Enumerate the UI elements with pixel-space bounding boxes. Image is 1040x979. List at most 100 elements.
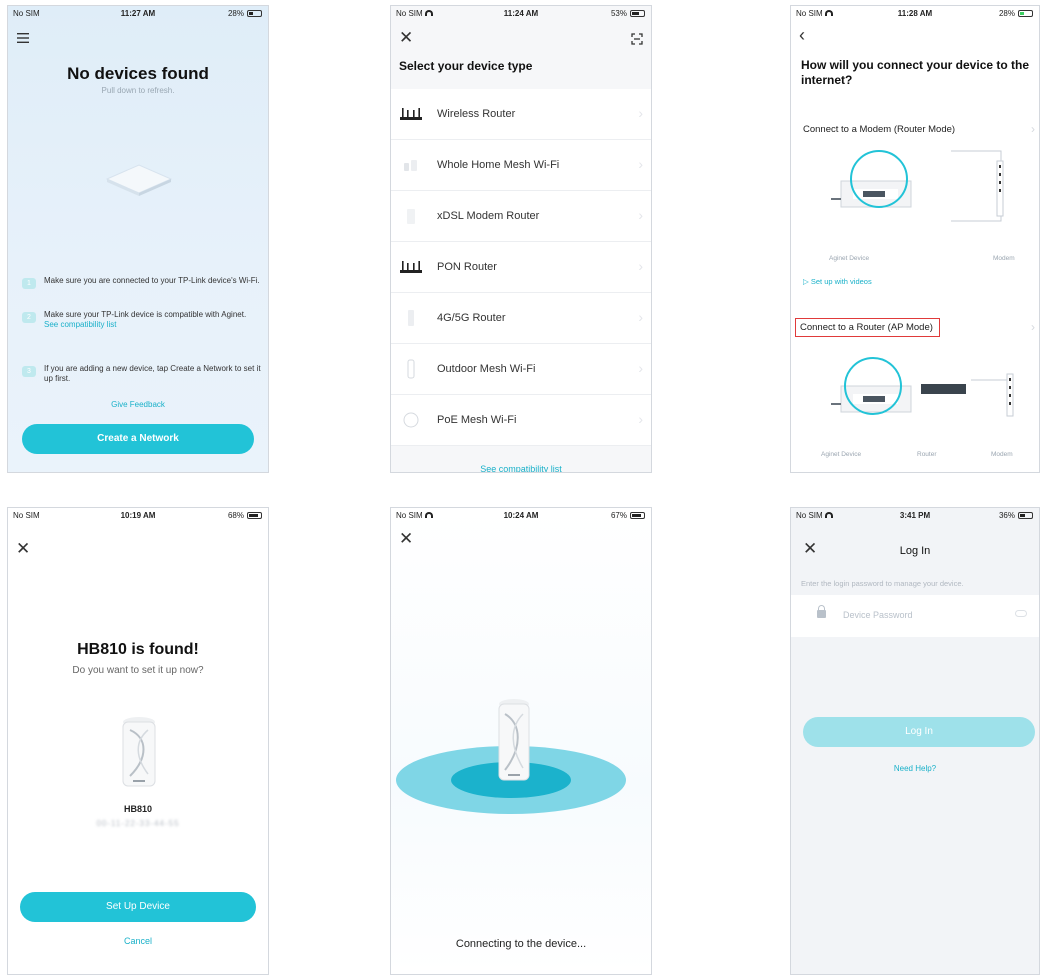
- chevron-right-icon: ›: [638, 207, 643, 223]
- tip-text: If you are adding a new device, tap Crea…: [44, 364, 261, 384]
- hamburger-menu-icon[interactable]: [17, 29, 29, 46]
- login-hint: Enter the login password to manage your …: [801, 579, 964, 588]
- battery-label: 53%: [610, 9, 627, 18]
- cancel-link[interactable]: Cancel: [8, 936, 268, 946]
- video-setup-link[interactable]: ▷ Set up with videos: [803, 277, 872, 286]
- xdsl-modem-icon: [399, 204, 423, 228]
- battery-label: 36%: [998, 511, 1015, 520]
- battery-label: 28%: [998, 9, 1015, 18]
- battery-icon: [630, 512, 645, 519]
- chevron-right-icon: ›: [638, 360, 643, 376]
- give-feedback-link[interactable]: Give Feedback: [8, 400, 268, 409]
- device-name: HB810: [123, 804, 152, 814]
- device-option-wireless-router[interactable]: Wireless Router ›: [391, 89, 651, 140]
- chevron-right-icon: ›: [1031, 122, 1035, 136]
- connection-mode-screen: No SIM 11:28 AM 28% ‹ How will you conne…: [790, 5, 1040, 473]
- mesh-device-image: [122, 717, 156, 787]
- create-network-button[interactable]: Create a Network: [22, 424, 254, 454]
- status-bar: No SIM 10:19 AM 68%: [8, 508, 268, 524]
- scan-qr-icon[interactable]: [631, 31, 643, 48]
- device-option-poe-mesh[interactable]: PoE Mesh Wi-Fi ›: [391, 395, 651, 446]
- compatibility-link[interactable]: See compatibility list: [44, 320, 262, 330]
- page-title: Log In: [899, 545, 931, 557]
- password-field: [791, 595, 1039, 637]
- device-option-label: Wireless Router: [437, 108, 516, 120]
- diagram-label: Aginet Device: [829, 255, 870, 262]
- lock-icon: [817, 605, 826, 618]
- connecting-status-text: Connecting to the device...: [455, 938, 587, 950]
- status-bar: No SIM 11:28 AM 28%: [791, 6, 1039, 22]
- status-bar: No SIM 11:24 AM 53%: [391, 6, 651, 22]
- device-option-mesh-wifi[interactable]: Whole Home Mesh Wi-Fi ›: [391, 140, 651, 191]
- device-password-input[interactable]: [843, 606, 1003, 624]
- device-type-list: Wireless Router › Whole Home Mesh Wi-Fi …: [391, 89, 651, 446]
- mesh-wifi-icon: [399, 153, 423, 177]
- tip-text-body: Make sure your TP-Link device is compati…: [44, 310, 247, 319]
- close-icon[interactable]: ✕: [16, 540, 30, 557]
- diagram-label: Aginet Device: [821, 451, 862, 458]
- step-badge: 3: [22, 366, 36, 377]
- step-badge: 1: [22, 278, 36, 289]
- battery-label: 68%: [227, 511, 244, 520]
- compatibility-link[interactable]: See compatibility list: [391, 464, 651, 472]
- page-title: No devices found: [67, 64, 209, 83]
- no-devices-screen: No SIM 11:27 AM 28% No devices found Pul…: [7, 5, 269, 473]
- router-illustration: [105, 164, 173, 196]
- close-icon[interactable]: ✕: [399, 530, 413, 547]
- login-screen: No SIM 3:41 PM 36% ✕ Log In Enter the lo…: [790, 507, 1040, 975]
- battery-icon: [1018, 10, 1033, 17]
- back-arrow-icon[interactable]: ‹: [799, 26, 805, 44]
- device-option-label: xDSL Modem Router: [437, 210, 540, 222]
- log-in-button[interactable]: Log In: [803, 717, 1035, 747]
- play-icon: ▷: [803, 277, 811, 286]
- battery-icon: [1018, 512, 1033, 519]
- battery-icon: [247, 10, 262, 17]
- poe-mesh-icon: [399, 408, 423, 432]
- chevron-right-icon: ›: [638, 309, 643, 325]
- connecting-screen: No SIM 10:24 AM 67% ✕ Connecting to the …: [390, 507, 652, 975]
- tip-item-1: 1 Make sure you are connected to your TP…: [22, 276, 262, 289]
- device-option-label: 4G/5G Router: [437, 312, 506, 324]
- setup-prompt: Do you want to set it up now?: [72, 665, 204, 676]
- chevron-right-icon: ›: [638, 105, 643, 121]
- battery-icon: [630, 10, 645, 17]
- wireless-router-icon: [399, 102, 423, 126]
- router-mode-option-title[interactable]: Connect to a Modem (Router Mode): [803, 124, 955, 135]
- status-bar: No SIM 11:27 AM 28%: [8, 6, 268, 22]
- battery-label: 67%: [610, 511, 627, 520]
- device-option-pon-router[interactable]: PON Router ›: [391, 242, 651, 293]
- tip-item-3: 3 If you are adding a new device, tap Cr…: [22, 364, 262, 385]
- device-option-outdoor-mesh[interactable]: Outdoor Mesh Wi-Fi ›: [391, 344, 651, 395]
- diagram-label: Modem: [993, 255, 1015, 262]
- mesh-device-image: [498, 699, 530, 781]
- step-badge: 2: [22, 312, 36, 323]
- device-option-cellular-router[interactable]: 4G/5G Router ›: [391, 293, 651, 344]
- outdoor-mesh-icon: [399, 357, 423, 381]
- refresh-hint: Pull down to refresh.: [101, 86, 175, 95]
- device-option-label: Whole Home Mesh Wi-Fi: [437, 159, 560, 171]
- page-title: Select your device type: [399, 59, 533, 73]
- diagram-label: Modem: [991, 451, 1013, 458]
- set-up-device-button[interactable]: Set Up Device: [20, 892, 256, 922]
- close-icon[interactable]: ✕: [399, 29, 413, 46]
- battery-icon: [247, 512, 262, 519]
- device-found-screen: No SIM 10:19 AM 68% ✕ HB810 is found! Do…: [7, 507, 269, 975]
- diagram-label: Router: [917, 451, 937, 458]
- ap-mode-option-title[interactable]: Connect to a Router (AP Mode): [795, 318, 940, 337]
- router-mode-diagram[interactable]: [811, 141, 1026, 249]
- status-bar: No SIM 3:41 PM 36%: [791, 508, 1039, 524]
- chevron-right-icon: ›: [638, 411, 643, 427]
- ap-mode-diagram[interactable]: [811, 344, 1026, 452]
- status-bar: No SIM 10:24 AM 67%: [391, 508, 651, 524]
- tip-text: Make sure you are connected to your TP-L…: [44, 276, 260, 285]
- device-mac: 00-11-22-33-44-55: [96, 819, 180, 828]
- device-type-screen: No SIM 11:24 AM 53% ✕ Select your device…: [390, 5, 652, 473]
- need-help-link[interactable]: Need Help?: [791, 764, 1039, 773]
- device-option-label: PoE Mesh Wi-Fi: [437, 414, 517, 426]
- device-option-xdsl-modem[interactable]: xDSL Modem Router ›: [391, 191, 651, 242]
- chevron-right-icon: ›: [1031, 320, 1035, 334]
- page-title: HB810 is found!: [77, 641, 199, 658]
- tip-text: Make sure your TP-Link device is compati…: [44, 310, 262, 331]
- page-title: How will you connect your device to the …: [801, 58, 1030, 88]
- show-password-icon[interactable]: [1015, 610, 1027, 617]
